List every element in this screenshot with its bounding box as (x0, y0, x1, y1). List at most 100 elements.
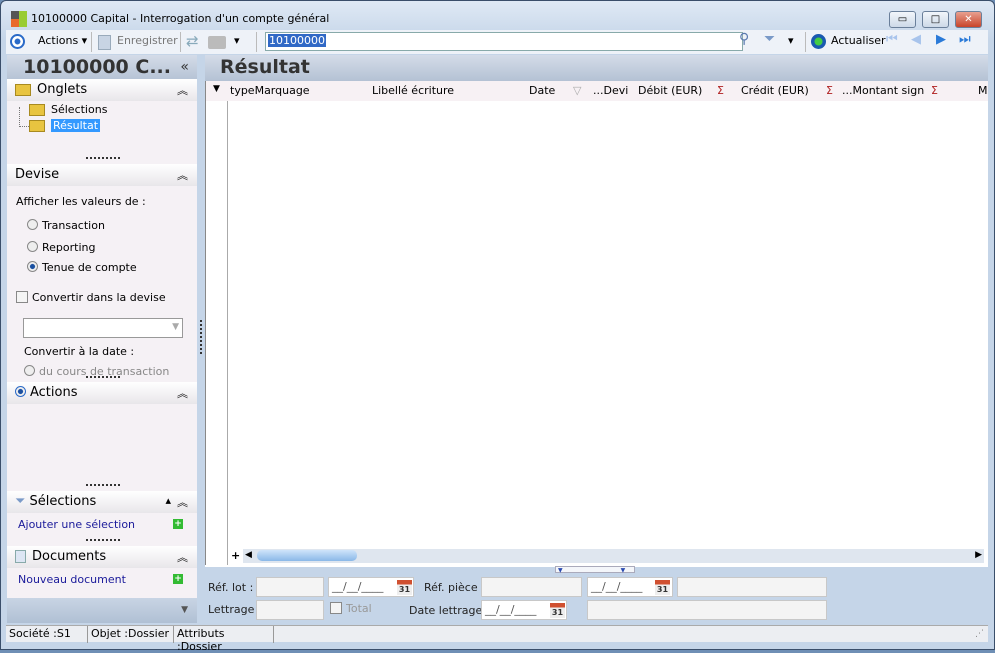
scroll-right-icon[interactable]: ▶ (975, 550, 982, 560)
actions-menu[interactable]: Actions ▾ (38, 34, 87, 47)
column-header[interactable]: Date (529, 84, 555, 97)
currency-select[interactable]: ▼ (23, 318, 183, 338)
collapse-chevron-icon[interactable]: ︽ (177, 167, 188, 183)
grid-header: ▼ typeMarquage Libellé écriture Date ▽ .… (205, 81, 988, 101)
column-header[interactable]: ...Devi (593, 84, 628, 97)
column-header[interactable]: Débit (EUR) (638, 84, 702, 97)
calendar-icon[interactable]: 31 (550, 603, 565, 618)
column-chooser-icon[interactable]: ▼ (213, 84, 220, 94)
actions-header[interactable]: Actions ︽ (7, 382, 197, 404)
status-societe: Société :S1 (6, 626, 88, 643)
tree-item-label: Sélections (51, 103, 108, 116)
column-header[interactable]: ...Montant sign (842, 84, 924, 97)
devise-header[interactable]: Devise ︽ (7, 164, 197, 186)
radio-transaction-rate[interactable]: du cours de transaction (24, 365, 169, 376)
checkbox-icon (16, 291, 28, 303)
resize-handle[interactable] (86, 376, 120, 378)
previous-record-icon[interactable]: ◀ (911, 32, 921, 47)
documents-header[interactable]: Documents ︽ (7, 546, 197, 568)
column-header[interactable]: M (978, 84, 988, 97)
total-checkbox[interactable]: Total (330, 602, 372, 615)
add-selection-link[interactable]: Ajouter une sélection (18, 518, 135, 531)
radio-reporting[interactable]: Reporting (27, 241, 95, 254)
print-dropdown-icon[interactable]: ▾ (234, 34, 240, 47)
calendar-icon[interactable]: 31 (655, 580, 670, 595)
sync-icon[interactable]: ⇄ (186, 32, 199, 50)
collapse-chevron-icon[interactable]: ︽ (177, 549, 188, 565)
folder-icon (15, 83, 31, 96)
sum-icon[interactable]: Σ (826, 84, 833, 97)
minimize-button[interactable]: ▭ (889, 11, 916, 28)
horizontal-scrollbar[interactable]: ◀ ▶ (243, 549, 984, 563)
actions-title: Actions (30, 385, 78, 400)
save-icon (98, 35, 111, 50)
refresh-icon (811, 34, 826, 49)
ref-piece-input[interactable] (481, 577, 582, 597)
refresh-button[interactable]: Actualiser (831, 34, 886, 47)
filter-dropdown-icon[interactable]: ▾ (788, 34, 794, 47)
last-record-icon[interactable]: ⏭ (959, 32, 971, 47)
column-header[interactable]: Libellé écriture (372, 84, 454, 97)
tree-item-resultat[interactable]: Résultat (29, 119, 101, 132)
radio-label: Reporting (42, 241, 96, 254)
first-record-icon[interactable]: ⏮ (886, 32, 898, 47)
result-panel: Résultat ▼ typeMarquage Libellé écriture… (205, 55, 988, 567)
calendar-icon[interactable]: 31 (397, 580, 412, 595)
collapse-chevron-icon[interactable]: ︽ (177, 494, 188, 510)
add-row-button[interactable]: + (231, 549, 240, 562)
print-icon[interactable] (208, 36, 226, 49)
onglets-header[interactable]: Onglets ︽ (7, 79, 197, 101)
sum-icon[interactable]: Σ (717, 84, 724, 97)
column-header[interactable]: typeMarquage (230, 84, 310, 97)
resize-handle[interactable] (86, 157, 120, 159)
sidebar-splitter[interactable] (200, 320, 202, 354)
save-button[interactable]: Enregistrer (117, 34, 178, 47)
filter-panel-splitter[interactable]: ▼ ▼ (555, 566, 635, 574)
sum-icon[interactable]: Σ (931, 84, 938, 97)
radio-label: Transaction (42, 219, 105, 232)
toolbar: Actions ▾ Enregistrer ⇄ ▾ 10100000 ⚲ ⏷ ▾… (6, 30, 988, 54)
collapse-chevron-icon[interactable]: ︽ (177, 385, 188, 401)
add-selection-plus-icon[interactable]: + (173, 519, 183, 529)
tree-line (19, 107, 29, 127)
title-bar: 10100000 Capital - Interrogation d'un co… (9, 9, 989, 31)
chevron-down-icon: ▼ (172, 322, 179, 332)
resize-handle[interactable] (86, 484, 120, 486)
radio-icon (27, 219, 38, 230)
close-button[interactable]: ✕ (955, 11, 982, 28)
next-record-icon[interactable]: ▶ (936, 32, 946, 47)
radio-transaction[interactable]: Transaction (27, 219, 105, 232)
maximize-button[interactable]: □ (922, 11, 949, 28)
column-header[interactable]: Crédit (EUR) (741, 84, 809, 97)
window-title: 10100000 Capital - Interrogation d'un co… (31, 12, 330, 25)
filter-icon[interactable]: ⏷ (764, 31, 775, 47)
separator (256, 32, 257, 52)
scrollbar-thumb[interactable] (257, 550, 357, 561)
add-document-plus-icon[interactable]: + (173, 574, 183, 584)
sort-icon: ▽ (573, 84, 582, 97)
target-icon[interactable] (10, 34, 25, 49)
sidebar-title-text: 10100000 C... (23, 56, 171, 78)
scroll-left-icon[interactable]: ◀ (245, 550, 252, 560)
resize-handle[interactable] (86, 539, 120, 541)
search-icon[interactable]: ⚲ (739, 31, 749, 47)
date-lettrage-extra-input[interactable] (587, 600, 827, 620)
collapse-sidebar-button[interactable]: « (180, 59, 189, 75)
selections-header[interactable]: ⏷ Sélections ▴ ︽ (7, 491, 197, 513)
sidebar-overflow-bar[interactable]: ▼ (7, 598, 197, 623)
new-document-link[interactable]: Nouveau document (18, 573, 126, 586)
separator (180, 32, 181, 52)
radio-tenue-de-compte[interactable]: Tenue de compte (27, 261, 137, 274)
chevron-up-icon[interactable]: ▴ (165, 494, 171, 507)
convert-currency-checkbox[interactable]: Convertir dans la devise (16, 291, 166, 304)
resize-grip-icon[interactable]: ⋰ (975, 629, 984, 639)
ref-lot-input[interactable] (256, 577, 324, 597)
folder-icon (29, 104, 45, 116)
ref-piece-extra-input[interactable] (677, 577, 827, 597)
search-input[interactable]: 10100000 (265, 32, 743, 51)
tree-item-selections[interactable]: Sélections (29, 103, 107, 116)
lettrage-input[interactable] (256, 600, 324, 620)
collapse-chevron-icon[interactable]: ︽ (177, 82, 188, 98)
panel-title: Résultat (205, 55, 988, 81)
search-value: 10100000 (268, 34, 326, 47)
